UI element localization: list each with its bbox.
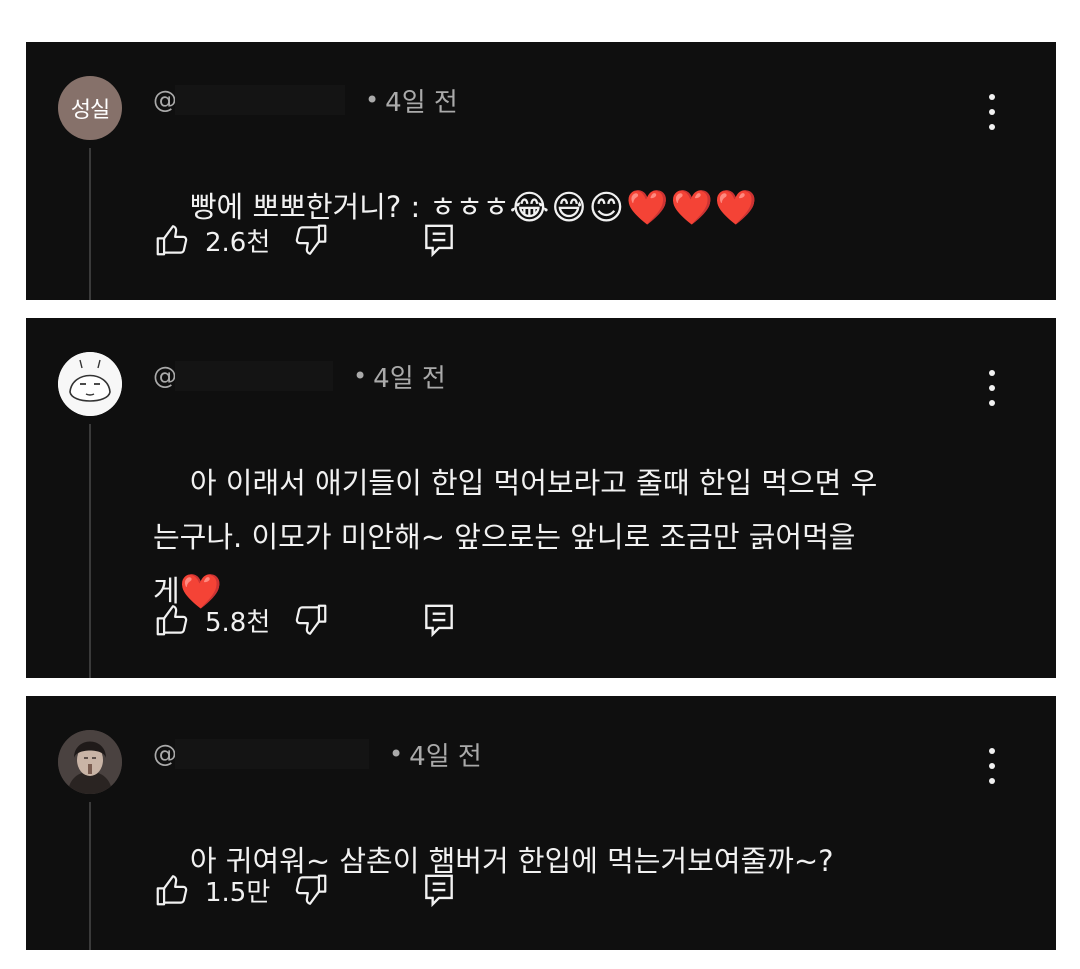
comment-text: 아 귀여워~ 삼촌이 햄버거 한입에 먹는거보여줄까~?	[153, 780, 986, 942]
comment-time: 4일 전	[409, 741, 482, 772]
comment-actions: 5.8천	[153, 600, 456, 640]
thumbs-up-icon[interactable]	[153, 221, 191, 259]
thumbs-up-icon[interactable]	[153, 601, 191, 639]
more-options-button[interactable]	[980, 748, 1004, 784]
comment-card: @ • 4일 전 아 이래서 애기들이 한입 먹어보라고 줄때 한입 먹으면 우…	[26, 318, 1056, 678]
comment-text: 빵에 뽀뽀한거니? : ㅎㅎㅎ😂😅😊❤️❤️❤️	[153, 126, 986, 289]
like-count: 2.6천	[205, 227, 271, 258]
reply-comment-icon[interactable]	[422, 221, 456, 259]
profile-photo-avatar-icon	[58, 730, 122, 794]
comment-header: @ • 4일 전	[153, 736, 482, 772]
more-vert-icon	[989, 94, 995, 100]
avatar[interactable]	[58, 352, 122, 416]
more-options-button[interactable]	[980, 370, 1004, 406]
separator-dot: •	[389, 740, 404, 768]
comment-card: 성실 @ • 4일 전 빵에 뽀뽀한거니? : ㅎㅎㅎ😂😅😊❤️❤️❤️ 2.6…	[26, 42, 1056, 300]
more-options-button[interactable]	[980, 94, 1004, 130]
hidden-username	[175, 85, 345, 115]
thumbs-down-icon[interactable]	[292, 601, 330, 639]
author-handle[interactable]: @	[153, 740, 177, 768]
comment-time: 4일 전	[385, 87, 458, 118]
comment-time: 4일 전	[373, 363, 446, 394]
avatar[interactable]	[58, 730, 122, 794]
comment-actions: 1.5만	[153, 870, 456, 910]
thread-line	[89, 424, 91, 678]
reply-comment-icon[interactable]	[422, 601, 456, 639]
comment-actions: 2.6천	[153, 220, 456, 260]
thread-line	[89, 148, 91, 300]
comment-body: 아 이래서 애기들이 한입 먹어보라고 줄때 한입 먹으면 우 는구나. 이모가…	[153, 466, 878, 608]
separator-dot: •	[353, 362, 368, 390]
more-vert-icon	[989, 748, 995, 754]
comment-header: @ • 4일 전	[153, 358, 446, 394]
comment-body: 빵에 뽀뽀한거니? : ㅎㅎㅎ	[189, 190, 510, 224]
like-count: 5.8천	[205, 607, 271, 638]
comment-emojis: 😂😅😊❤️❤️❤️	[509, 188, 760, 228]
avatar[interactable]: 성실	[58, 76, 122, 140]
cartoon-face-avatar-icon	[58, 352, 122, 416]
thumbs-down-icon[interactable]	[292, 871, 330, 909]
thumbs-down-icon[interactable]	[292, 221, 330, 259]
separator-dot: •	[365, 86, 380, 114]
comment-header: @ • 4일 전	[153, 82, 458, 118]
thread-line	[89, 802, 91, 950]
hidden-username	[175, 739, 369, 769]
hidden-username	[175, 361, 333, 391]
reply-comment-icon[interactable]	[422, 871, 456, 909]
more-vert-icon	[989, 370, 995, 376]
author-handle[interactable]: @	[153, 362, 177, 390]
author-handle[interactable]: @	[153, 86, 177, 114]
like-count: 1.5만	[205, 877, 271, 908]
thumbs-up-icon[interactable]	[153, 871, 191, 909]
comment-card: @ • 4일 전 아 귀여워~ 삼촌이 햄버거 한입에 먹는거보여줄까~? 1.…	[26, 696, 1056, 950]
